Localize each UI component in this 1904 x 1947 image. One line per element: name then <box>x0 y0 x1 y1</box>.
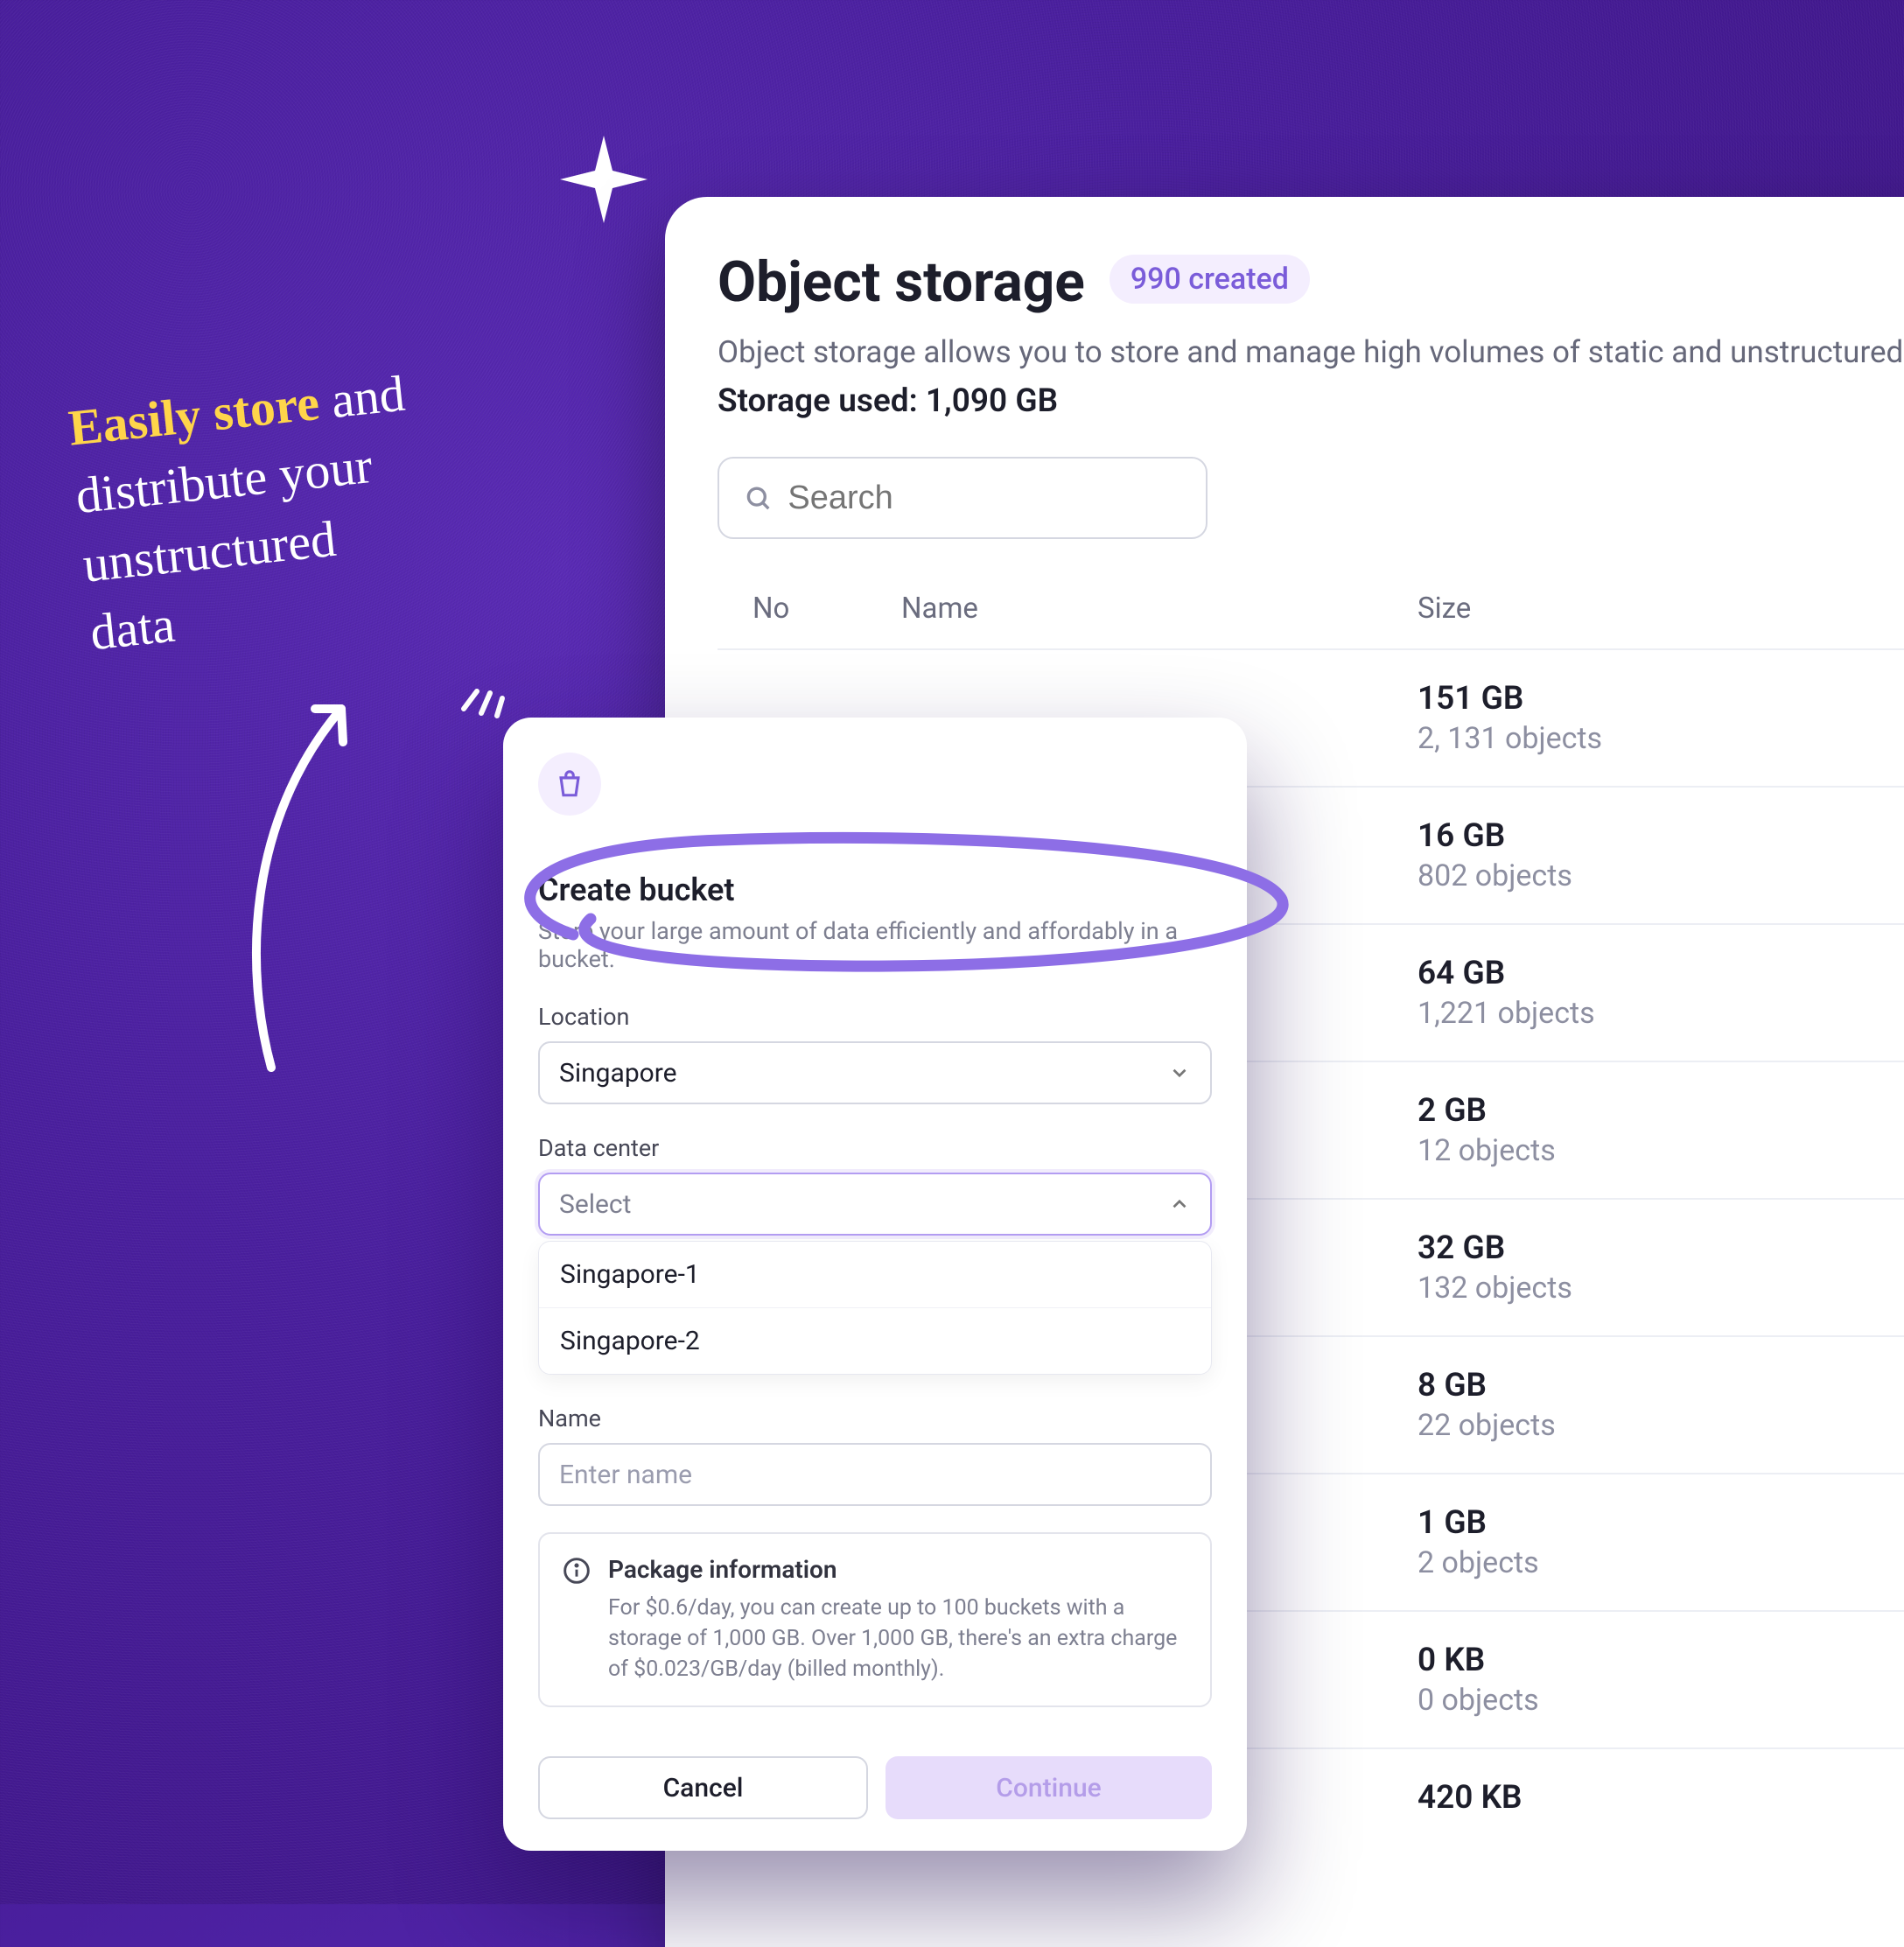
col-no: No <box>752 592 901 626</box>
chevron-down-icon <box>1168 1061 1191 1084</box>
name-label: Name <box>538 1404 1212 1432</box>
create-bucket-modal: Create bucket Store your large amount of… <box>503 718 1247 1851</box>
page-title: Object storage <box>718 249 1085 315</box>
search-input[interactable] <box>718 457 1208 539</box>
datacenter-option[interactable]: Singapore-1 <box>539 1242 1211 1307</box>
package-info: Package information For $0.6/day, you ca… <box>538 1532 1212 1707</box>
name-input[interactable]: Enter name <box>538 1443 1212 1506</box>
search-icon <box>744 482 772 514</box>
hero-handwriting: Easily store and distribute your unstruc… <box>66 360 430 668</box>
created-count-badge: 990 created <box>1110 255 1310 304</box>
modal-title: Create bucket <box>538 872 1212 908</box>
col-name: Name <box>901 592 1418 626</box>
bucket-icon <box>538 753 601 816</box>
page-description: Object storage allows you to store and m… <box>718 334 1904 370</box>
datacenter-dropdown: Singapore-1 Singapore-2 <box>538 1241 1212 1375</box>
location-select[interactable]: Singapore <box>538 1041 1212 1104</box>
datacenter-option[interactable]: Singapore-2 <box>539 1307 1211 1374</box>
modal-subtitle: Store your large amount of data efficien… <box>538 917 1212 973</box>
arrow-icon <box>236 674 385 1076</box>
search-field[interactable] <box>788 480 1181 517</box>
chevron-up-icon <box>1168 1193 1191 1215</box>
accent-marks-icon <box>455 674 508 726</box>
cancel-button[interactable]: Cancel <box>538 1756 868 1819</box>
storage-used: Storage used: 1,090 GB <box>718 382 1904 420</box>
location-label: Location <box>538 1003 1212 1031</box>
datacenter-label: Data center <box>538 1134 1212 1162</box>
info-icon <box>563 1557 591 1585</box>
col-size: Size <box>1418 592 1890 626</box>
sparkle-icon <box>560 136 648 223</box>
continue-button[interactable]: Continue <box>886 1756 1212 1819</box>
datacenter-select[interactable]: Select <box>538 1173 1212 1236</box>
